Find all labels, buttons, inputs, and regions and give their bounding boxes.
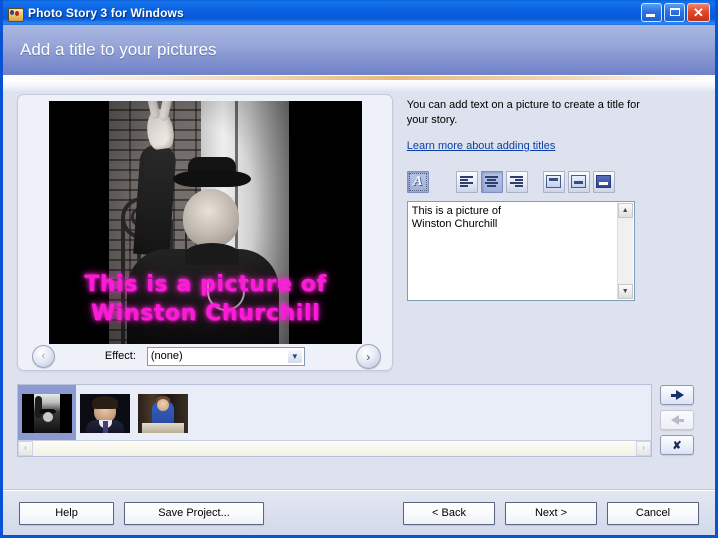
application-window: Photo Story 3 for Windows ✕ Add a title … <box>0 0 718 538</box>
thumbnail-3-image <box>138 394 188 433</box>
page-title: Add a title to your pictures <box>20 40 217 59</box>
valign-top-icon <box>546 175 562 189</box>
bottom-button-bar: Help Save Project... < Back Next > Cance… <box>3 491 715 535</box>
text-format-toolbar: A <box>406 170 701 194</box>
window-controls: ✕ <box>641 3 712 22</box>
maximize-icon <box>670 8 680 16</box>
arrow-left-stem <box>677 418 684 422</box>
panel-description: You can add text on a picture to create … <box>406 99 640 126</box>
main-content: This is a picture of Winston Churchill ‹… <box>3 94 715 457</box>
photo-image <box>109 101 289 344</box>
valign-middle-icon <box>571 175 587 189</box>
valign-bottom-icon <box>596 175 612 189</box>
arrow-right-icon <box>675 390 684 400</box>
window-title: Photo Story 3 for Windows <box>28 5 184 20</box>
delete-picture-button[interactable]: ✘ <box>660 435 694 455</box>
thumbnail-2-image <box>80 394 130 433</box>
picture-preview[interactable]: This is a picture of Winston Churchill <box>49 101 362 344</box>
effect-value: (none) <box>150 350 183 362</box>
thumbnail-1-image <box>22 394 72 433</box>
thumbnail-3[interactable] <box>134 385 192 442</box>
align-right-icon <box>509 175 524 188</box>
maximize-button[interactable] <box>664 3 685 22</box>
learn-more-link[interactable]: Learn more about adding titles <box>407 140 556 152</box>
valign-middle-button[interactable] <box>567 170 590 193</box>
valign-bottom-button[interactable] <box>592 170 615 193</box>
font-a-icon: A <box>413 173 423 189</box>
align-left-button[interactable] <box>455 170 478 193</box>
next-picture-button[interactable]: › <box>355 344 381 369</box>
cancel-button[interactable]: Cancel <box>607 501 699 525</box>
minimize-icon <box>646 14 655 17</box>
align-center-icon <box>484 175 499 188</box>
close-button[interactable]: ✕ <box>687 3 710 22</box>
filmstrip[interactable]: ‹ › <box>17 384 652 457</box>
page-header: Add a title to your pictures <box>3 25 715 75</box>
filmstrip-scrollbar[interactable]: ‹ › <box>18 440 651 456</box>
previous-picture-button[interactable]: ‹ <box>32 345 55 368</box>
title-text-value: This is a picture of Winston Churchill <box>411 204 502 231</box>
scroll-left-icon[interactable]: ‹ <box>18 441 33 456</box>
filmstrip-row: ‹ › ✘ <box>17 384 701 457</box>
title-text-input[interactable]: This is a picture of Winston Churchill ▲… <box>406 200 635 301</box>
align-left-icon <box>459 175 474 188</box>
back-button[interactable]: < Back <box>403 501 495 525</box>
header-fade <box>3 80 715 92</box>
save-project-button[interactable]: Save Project... <box>124 501 264 525</box>
effect-dropdown[interactable]: (none) ▼ <box>146 346 305 366</box>
app-icon <box>7 5 24 22</box>
valign-top-button[interactable] <box>542 170 565 193</box>
preview-toolbar: ‹ Effect: (none) ▼ › <box>18 342 392 370</box>
text-options-panel: You can add text on a picture to create … <box>406 94 701 371</box>
align-center-button[interactable] <box>480 170 503 193</box>
scroll-right-icon[interactable]: › <box>636 441 651 456</box>
select-font-button[interactable]: A <box>406 170 429 193</box>
next-button[interactable]: Next > <box>505 501 597 525</box>
move-picture-right-button[interactable] <box>660 385 694 405</box>
thumbnail-2[interactable] <box>76 385 134 442</box>
chevron-down-icon[interactable]: ▼ <box>286 348 303 364</box>
scroll-down-icon[interactable]: ▼ <box>617 283 633 299</box>
help-button[interactable]: Help <box>19 501 114 525</box>
filmstrip-side-buttons: ✘ <box>660 384 694 455</box>
effect-label: Effect: <box>104 350 136 362</box>
thumbnail-1[interactable] <box>18 385 76 442</box>
close-x-icon: ✘ <box>672 439 682 452</box>
preview-panel: This is a picture of Winston Churchill ‹… <box>17 94 393 371</box>
move-picture-left-button[interactable] <box>660 410 694 430</box>
filmstrip-items <box>18 385 192 442</box>
minimize-button[interactable] <box>641 3 662 22</box>
textarea-scrollbar[interactable]: ▲ ▼ <box>616 202 633 299</box>
title-bar: Photo Story 3 for Windows ✕ <box>3 0 715 25</box>
scroll-up-icon[interactable]: ▲ <box>617 202 633 218</box>
align-right-button[interactable] <box>505 170 528 193</box>
close-icon: ✕ <box>693 4 704 20</box>
